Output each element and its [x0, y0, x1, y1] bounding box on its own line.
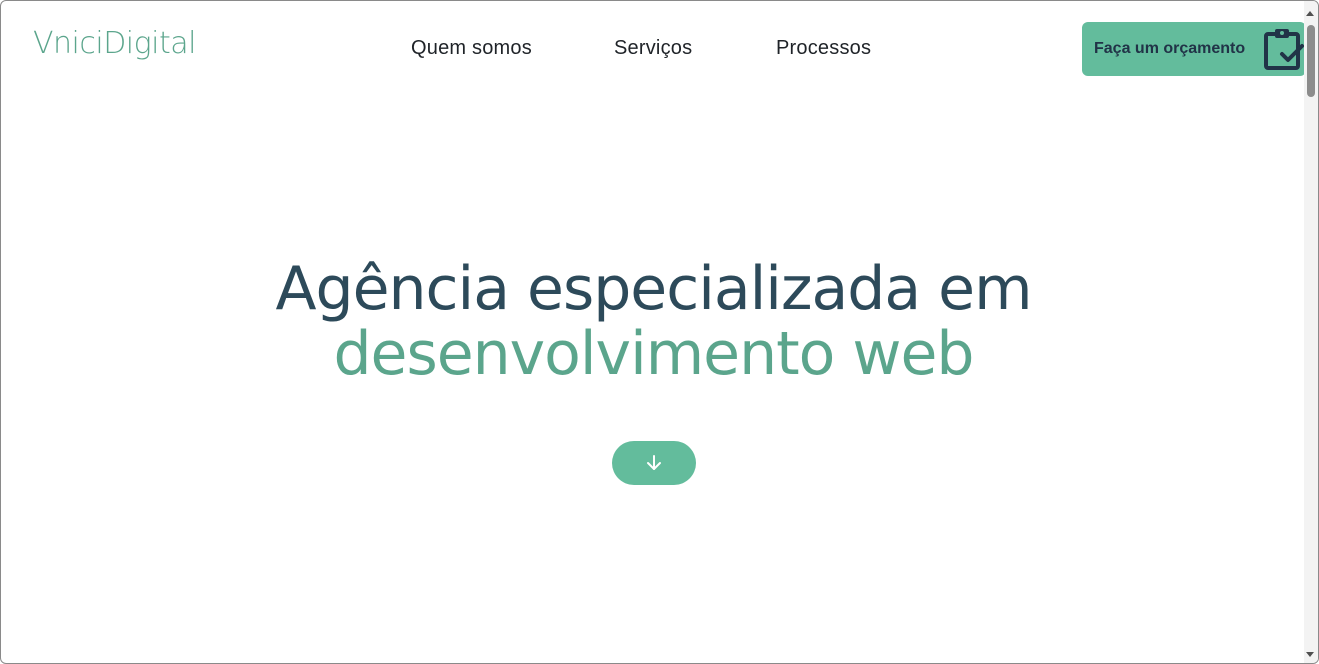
scroll-thumb[interactable] — [1307, 25, 1315, 97]
arrow-down-icon — [647, 455, 661, 470]
hero-section: Agência especializada em desenvolvimento… — [1, 253, 1306, 389]
nav-item-quem-somos[interactable]: Quem somos — [411, 37, 532, 60]
hero-title-line1: Agência especializada em — [275, 254, 1032, 324]
quote-button[interactable]: Faça um orçamento — [1082, 22, 1306, 76]
scroll-down-arrow-icon[interactable] — [1306, 652, 1314, 657]
hero-title-line2: desenvolvimento web — [333, 319, 974, 389]
scroll-down-button[interactable] — [612, 441, 696, 485]
nav-item-processos[interactable]: Processos — [776, 37, 871, 60]
page-scrollbar[interactable] — [1304, 1, 1318, 663]
browser-viewport: VniciDigital Quem somos Serviços Process… — [0, 0, 1319, 664]
quote-button-label: Faça um orçamento — [1094, 40, 1246, 57]
scroll-up-arrow-icon[interactable] — [1306, 11, 1314, 16]
nav-item-servicos[interactable]: Serviços — [614, 37, 692, 60]
clipboard-check-icon — [1264, 29, 1304, 70]
